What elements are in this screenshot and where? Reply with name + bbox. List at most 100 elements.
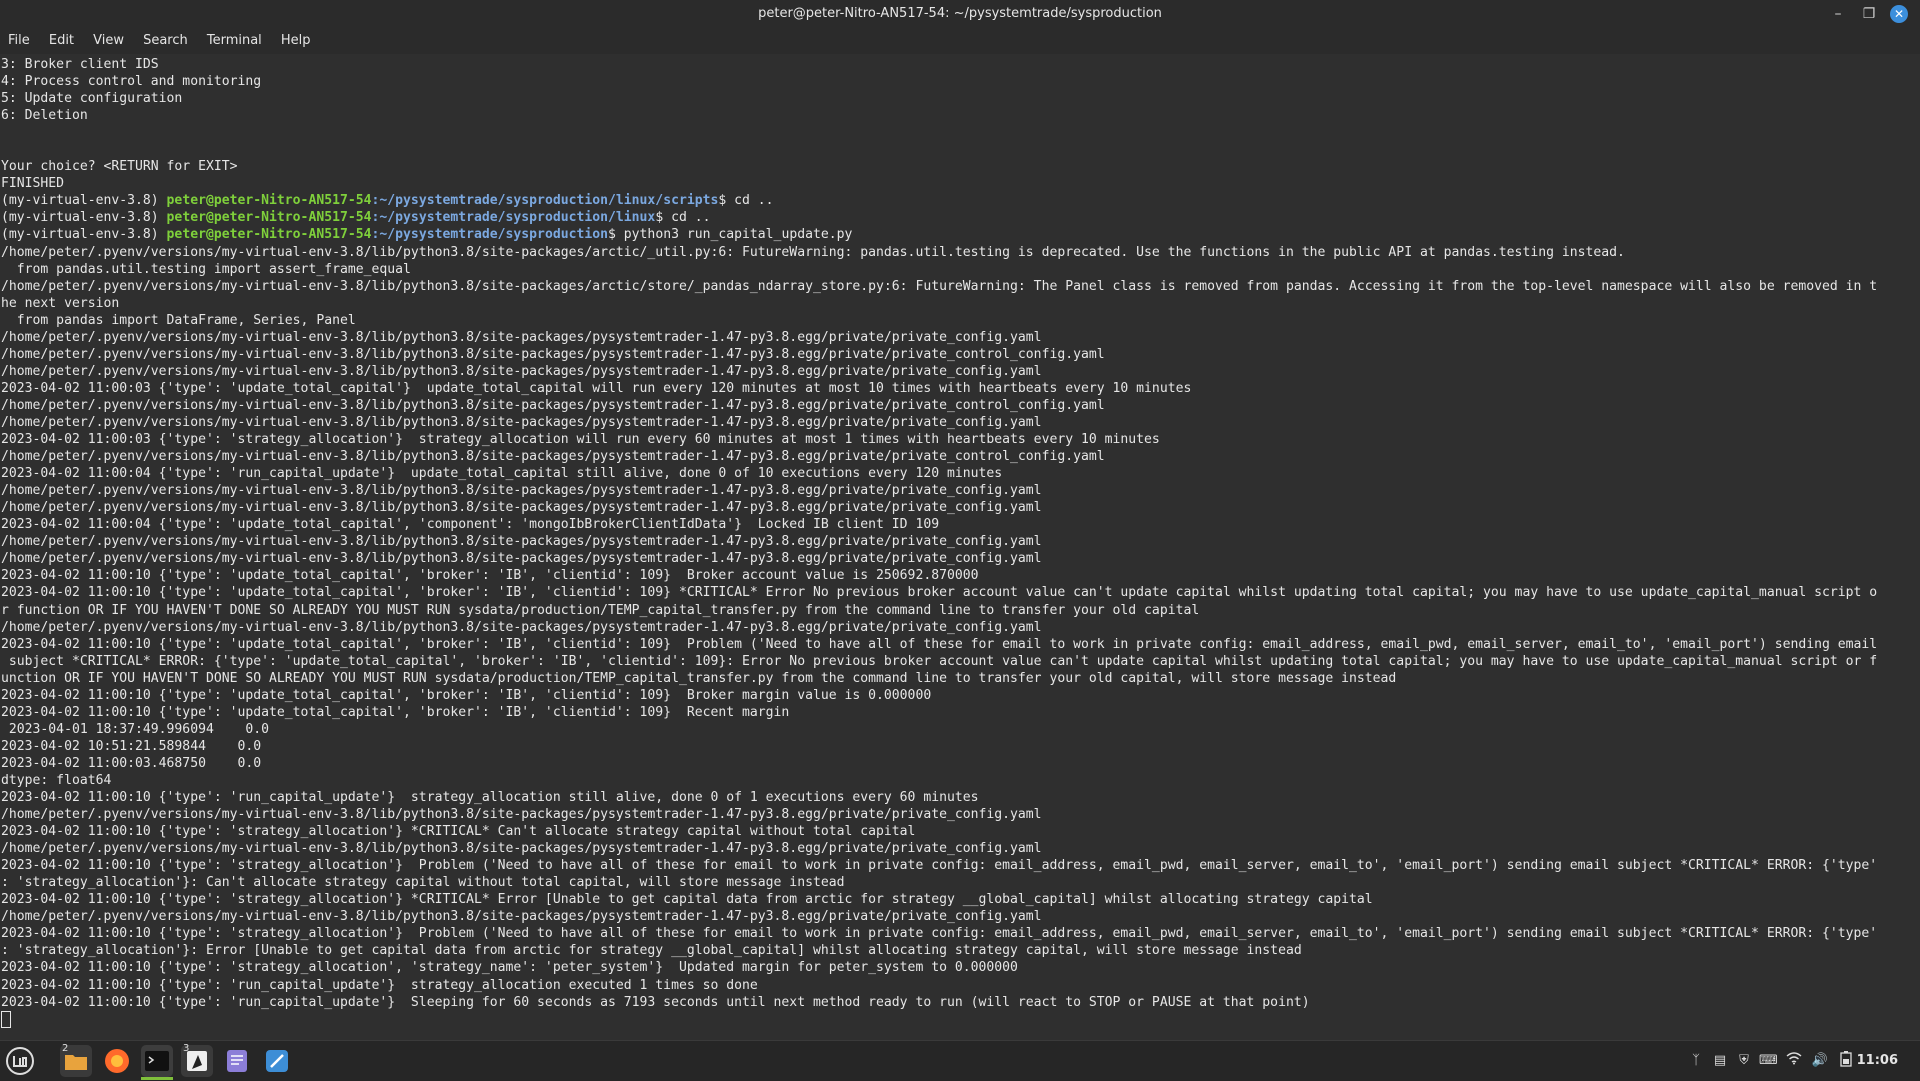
terminal-output[interactable]: 3: Broker client IDS 4: Process control a… [0,56,1910,1036]
terminal-line: 2023-04-02 11:00:10 {'type': 'strategy_a… [1,960,1018,976]
files-launcher-icon[interactable]: 2 [60,1043,92,1077]
terminal-line: from pandas import DataFrame, Series, Pa… [1,312,356,328]
inkscape-window-count: 3 [183,1043,190,1054]
terminal-line: 6: Deletion [1,108,88,124]
maximize-button[interactable]: ❐ [1858,4,1880,24]
prompt-env: (my-virtual-env-3.8) [1,193,167,209]
prompt-path: :~/pysystemtrade/sysproduction/linux/scr… [371,193,719,209]
terminal-line: 3: Broker client IDS [1,57,159,72]
terminal-line: 2023-04-02 10:51:21.589844 0.0 [1,738,262,754]
terminal-line: (my-virtual-env-3.8) peter@peter-Nitro-A… [1,226,1877,243]
text-editor-icon[interactable] [221,1045,253,1077]
terminal-launcher-icon[interactable] [141,1045,173,1077]
terminal-line: 5: Update configuration [1,91,183,107]
prompt-command: $ cd .. [718,193,774,209]
prompt-user: peter@peter-Nitro-AN517-54 [166,210,372,226]
terminal-line: 2023-04-02 11:00:10 {'type': 'run_capita… [1,790,979,806]
terminal-line: /home/peter/.pyenv/versions/my-virtual-e… [1,346,1105,362]
battery-icon[interactable] [1837,1051,1855,1071]
terminal-line: : 'strategy_allocation'}: Can't allocate… [1,875,845,891]
terminal-line: 2023-04-02 11:00:10 {'type': 'strategy_a… [1,926,1878,942]
terminal-line: /home/peter/.pyenv/versions/my-virtual-e… [1,414,1042,430]
files-window-count: 2 [62,1043,69,1054]
prompt-env: (my-virtual-env-3.8) [1,210,167,226]
taskbar: 2 3 ᛉ ▤ ⛨ ⌨ 🔊 11:06 [0,1040,1920,1081]
firefox-icon[interactable] [101,1045,133,1077]
prompt-command: $ python3 run_capital_update.py [608,227,853,243]
terminal-line: from pandas.util.testing import assert_f… [1,261,411,277]
terminal-lines: 3: Broker client IDS 4: Process control a… [1,56,1877,1028]
terminal-line: Your choice? <RETURN for EXIT> [1,159,238,175]
prompt-user: peter@peter-Nitro-AN517-54 [166,227,372,243]
terminal-cursor [1,1010,11,1028]
terminal-line: /home/peter/.pyenv/versions/my-virtual-e… [1,329,1042,345]
keyboard-icon[interactable]: ⌨ [1759,1051,1778,1071]
terminal-line: /home/peter/.pyenv/versions/my-virtual-e… [1,363,1042,379]
volume-icon[interactable]: 🔊 [1811,1051,1829,1071]
terminal-line: 2023-04-02 11:00:03.468750 0.0 [1,755,262,771]
terminal-line: /home/peter/.pyenv/versions/my-virtual-e… [1,551,1042,567]
terminal-line: FINISHED [1,176,65,192]
prompt-path: :~/pysystemtrade/sysproduction [371,227,609,243]
prompt-user: peter@peter-Nitro-AN517-54 [166,193,372,209]
terminal-line: /home/peter/.pyenv/versions/my-virtual-e… [1,534,1042,550]
inkscape-icon[interactable]: 3 [181,1043,213,1077]
notes-app-icon[interactable] [261,1045,293,1077]
terminal-line: (my-virtual-env-3.8) peter@peter-Nitro-A… [1,209,1877,226]
menu-view[interactable]: View [93,28,124,54]
terminal-line: /home/peter/.pyenv/versions/my-virtual-e… [1,909,1042,925]
terminal-line: 2023-04-02 11:00:04 {'type': 'update_tot… [1,517,940,533]
shield-icon[interactable]: ⛨ [1735,1051,1753,1071]
window-title: peter@peter-Nitro-AN517-54: ~/pysystemtr… [758,6,1162,21]
terminal-line: /home/peter/.pyenv/versions/my-virtual-e… [1,807,1042,823]
terminal-line: (my-virtual-env-3.8) peter@peter-Nitro-A… [1,192,1877,209]
clock[interactable]: 11:06 [1857,1041,1898,1081]
wifi-icon[interactable] [1785,1051,1803,1071]
terminal-line: r function OR IF YOU HAVEN'T DONE SO ALR… [1,602,1200,618]
terminal-line: /home/peter/.pyenv/versions/my-virtual-e… [1,244,1625,260]
bluetooth-icon[interactable]: ᛉ [1687,1051,1705,1071]
terminal-line: subject *CRITICAL* ERROR: {'type': 'upda… [1,653,1878,669]
terminal-line: 2023-04-02 11:00:03 {'type': 'update_tot… [1,380,1192,396]
terminal-line: dtype: float64 [1,772,112,788]
terminal-line: 2023-04-02 11:00:10 {'type': 'update_tot… [1,636,1878,652]
terminal-line: 2023-04-02 11:00:10 {'type': 'strategy_a… [1,892,1373,908]
terminal-line: 4: Process control and monitoring [1,74,262,90]
terminal-line: 2023-04-02 11:00:10 {'type': 'update_tot… [1,687,932,703]
terminal-line: 2023-04-02 11:00:10 {'type': 'update_tot… [1,585,1878,601]
menu-file[interactable]: File [8,28,30,54]
terminal-line: /home/peter/.pyenv/versions/my-virtual-e… [1,619,1042,635]
minimize-button[interactable]: – [1827,4,1849,24]
terminal-line: 2023-04-02 11:00:10 {'type': 'strategy_a… [1,858,1878,874]
terminal-line: /home/peter/.pyenv/versions/my-virtual-e… [1,841,1042,857]
close-button[interactable]: ✕ [1890,5,1908,23]
terminal-line: /home/peter/.pyenv/versions/my-virtual-e… [1,500,1042,516]
menu-terminal[interactable]: Terminal [207,28,262,54]
terminal-line: 2023-04-02 11:00:10 {'type': 'update_tot… [1,568,979,584]
terminal-line: 2023-04-02 11:00:10 {'type': 'strategy_a… [1,824,916,840]
terminal-line: he next version [1,295,120,311]
terminal-line: 2023-04-02 11:00:10 {'type': 'run_capita… [1,994,1310,1010]
menu-edit[interactable]: Edit [49,28,74,54]
title-bar: peter@peter-Nitro-AN517-54: ~/pysystemtr… [0,0,1920,28]
terminal-line: unction OR IF YOU HAVEN'T DONE SO ALREAD… [1,670,1397,686]
terminal-cursor-line [1,1010,1877,1028]
terminal-line: 2023-04-02 11:00:10 {'type': 'update_tot… [1,704,790,720]
menu-search[interactable]: Search [143,28,188,54]
mint-menu-icon[interactable] [4,1045,36,1077]
prompt-path: :~/pysystemtrade/sysproduction/linux [371,210,656,226]
prompt-env: (my-virtual-env-3.8) [1,227,167,243]
terminal-line: /home/peter/.pyenv/versions/my-virtual-e… [1,449,1105,465]
terminal-line: /home/peter/.pyenv/versions/my-virtual-e… [1,278,1878,294]
prompt-command: $ cd .. [655,210,711,226]
menu-bar: File Edit View Search Terminal Help [0,28,1920,54]
clipboard-icon[interactable]: ▤ [1711,1051,1729,1071]
terminal-line: 2023-04-02 11:00:10 {'type': 'run_capita… [1,977,758,993]
menu-help[interactable]: Help [281,28,311,54]
terminal-line: 2023-04-02 11:00:03 {'type': 'strategy_a… [1,432,1160,448]
terminal-line: /home/peter/.pyenv/versions/my-virtual-e… [1,483,1042,499]
terminal-line: : 'strategy_allocation'}: Error [Unable … [1,943,1302,959]
terminal-line: /home/peter/.pyenv/versions/my-virtual-e… [1,397,1105,413]
